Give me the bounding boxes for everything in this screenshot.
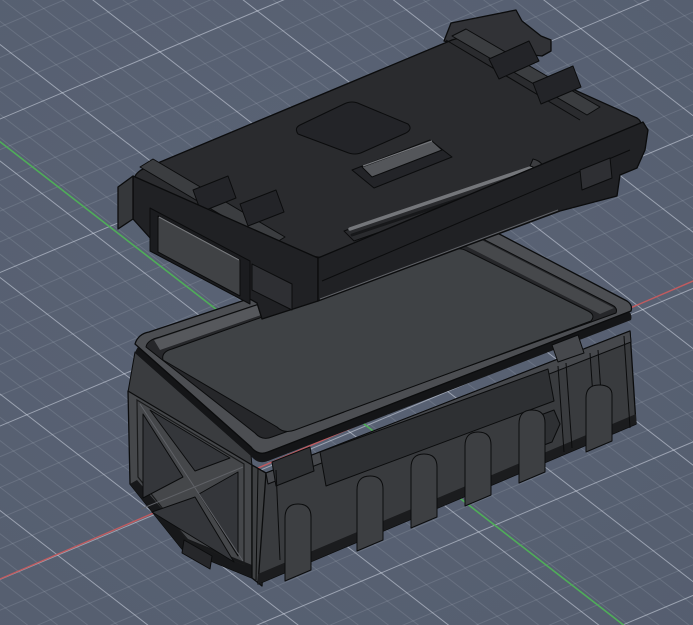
cad-viewport[interactable] [0, 0, 693, 625]
